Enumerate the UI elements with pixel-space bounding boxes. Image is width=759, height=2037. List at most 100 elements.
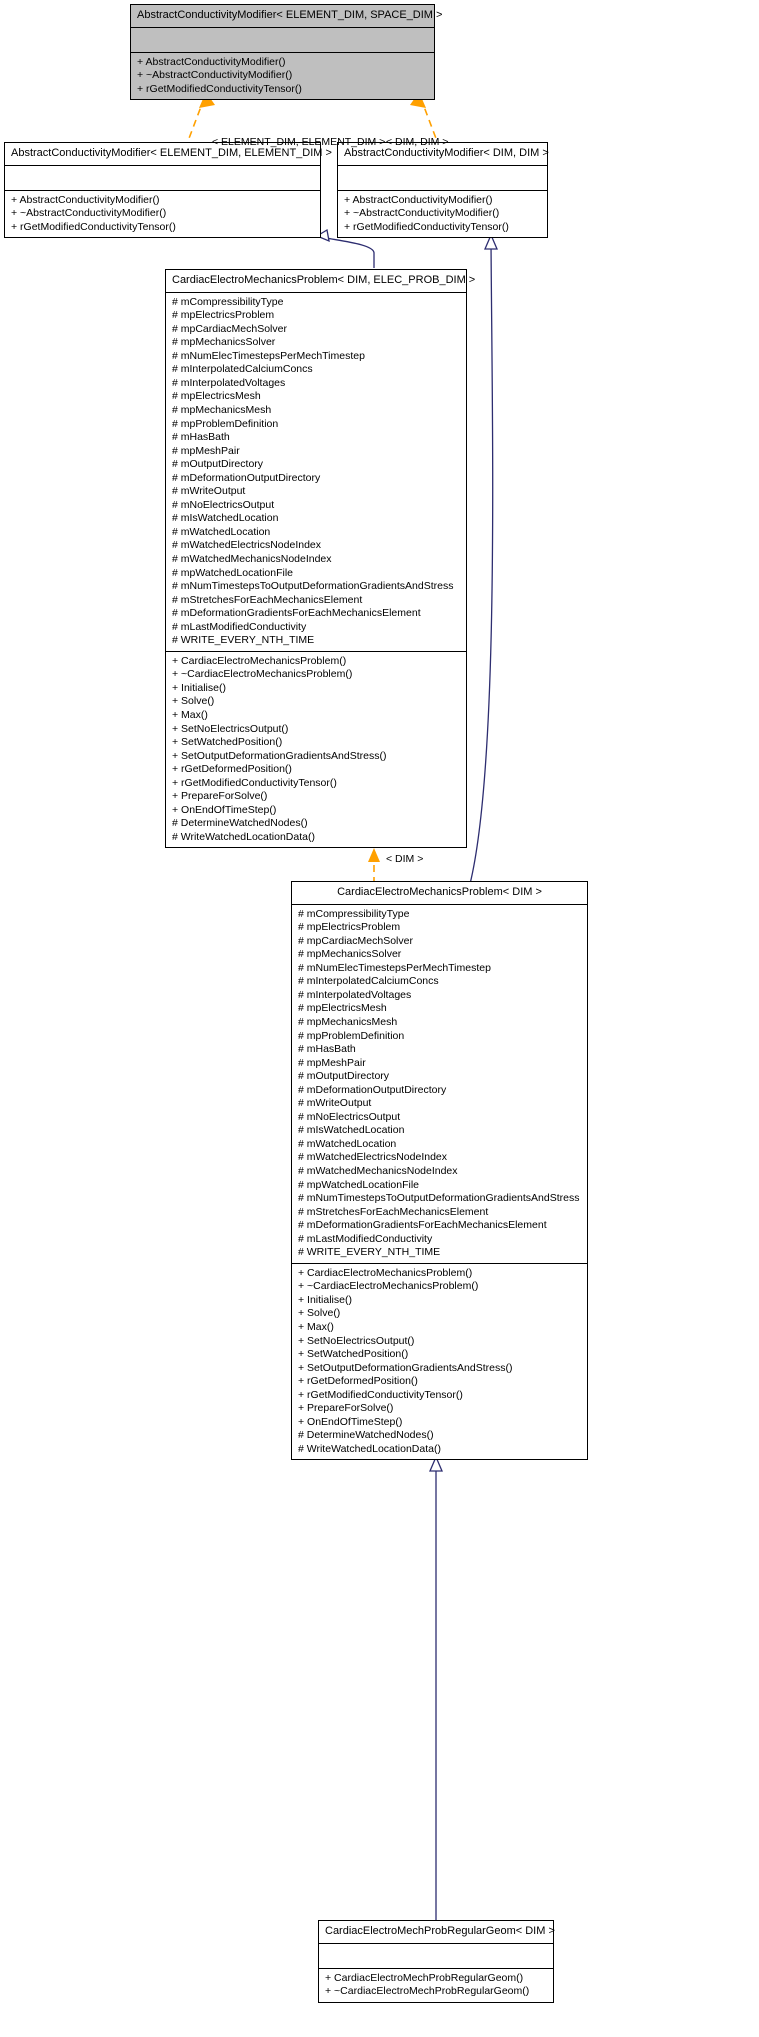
template-binding-edge-element-element xyxy=(184,92,215,150)
class-member: # mpElectricsProblem xyxy=(172,309,275,322)
class-member: # mIsWatchedLocation xyxy=(298,1124,405,1137)
class-attributes xyxy=(338,166,547,191)
class-member: # mWatchedMechanicsNodeIndex xyxy=(298,1164,458,1177)
class-member: # mpElectricsMesh xyxy=(172,390,261,403)
class-title: CardiacElectroMechanicsProblem< DIM > xyxy=(292,882,587,905)
class-member: # mDeformationOutputDirectory xyxy=(298,1083,447,1096)
class-member: + OnEndOfTimeStep() xyxy=(298,1415,403,1428)
class-operations: + AbstractConductivityModifier() + ~Abst… xyxy=(338,191,547,238)
class-member: + PrepareForSolve() xyxy=(172,790,268,803)
edge-label-dim-dim: < DIM, DIM > xyxy=(386,136,449,148)
class-member: # DetermineWatchedNodes() xyxy=(298,1429,434,1442)
class-member: # mWriteOutput xyxy=(172,485,246,498)
class-member: # WRITE_EVERY_NTH_TIME xyxy=(172,634,315,647)
class-member: # mWatchedElectricsNodeIndex xyxy=(172,539,322,552)
class-member: # mNumElecTimestepsPerMechTimestep xyxy=(298,961,491,974)
class-member: + ~AbstractConductivityModifier() xyxy=(344,207,500,220)
class-member: # mWatchedLocation xyxy=(172,525,271,538)
class-member: # mStretchesForEachMechanicsElement xyxy=(172,593,363,606)
class-member: + rGetModifiedConductivityTensor() xyxy=(298,1388,463,1401)
class-member: # mOutputDirectory xyxy=(298,1070,390,1083)
class-title: CardiacElectroMechanicsProblem< DIM, ELE… xyxy=(166,270,475,293)
class-member: # mInterpolatedVoltages xyxy=(172,376,286,389)
class-member: + ~AbstractConductivityModifier() xyxy=(11,207,167,220)
class-member: # mNoElectricsOutput xyxy=(172,498,275,511)
class-member: # mWatchedLocation xyxy=(298,1137,397,1150)
class-member: # WRITE_EVERY_NTH_TIME xyxy=(298,1246,441,1259)
class-node-cardiac-electro-mech-prob-regular-geom-dim[interactable]: CardiacElectroMechProbRegularGeom< DIM >… xyxy=(318,1920,555,2003)
class-member: + rGetModifiedConductivityTensor() xyxy=(11,220,176,233)
class-node-abstract-conductivity-modifier-element-element[interactable]: AbstractConductivityModifier< ELEMENT_DI… xyxy=(4,142,332,239)
class-member: + SetOutputDeformationGradientsAndStress… xyxy=(172,749,387,762)
class-member: # mIsWatchedLocation xyxy=(172,512,279,525)
class-attributes: # mCompressibilityType # mpElectricsProb… xyxy=(166,293,466,652)
class-member: + CardiacElectroMechProbRegularGeom() xyxy=(325,1971,524,1984)
class-member: # mStretchesForEachMechanicsElement xyxy=(298,1205,489,1218)
class-member: # mpProblemDefinition xyxy=(172,417,279,430)
class-member: # mHasBath xyxy=(298,1043,356,1056)
edge-label-dim: < DIM > xyxy=(386,853,424,865)
class-member: + SetNoElectricsOutput() xyxy=(298,1334,415,1347)
class-member: # mpMechanicsSolver xyxy=(172,336,276,349)
class-attributes xyxy=(131,28,434,53)
class-member: + AbstractConductivityModifier() xyxy=(137,55,286,68)
class-member: # mNumTimestepsToOutputDeformationGradie… xyxy=(172,580,454,593)
class-member: + rGetModifiedConductivityTensor() xyxy=(137,82,302,95)
class-member: # mInterpolatedVoltages xyxy=(298,988,412,1001)
class-member: # mpCardiacMechSolver xyxy=(298,934,413,947)
class-member: + SetWatchedPosition() xyxy=(298,1348,409,1361)
class-member: + SetWatchedPosition() xyxy=(172,736,283,749)
class-member: # mWatchedMechanicsNodeIndex xyxy=(172,552,332,565)
class-member: # mpElectricsMesh xyxy=(298,1002,387,1015)
inheritance-edge-problemdim-to-acm-dimdim xyxy=(469,233,498,885)
class-member: # mNumTimestepsToOutputDeformationGradie… xyxy=(298,1192,580,1205)
class-node-abstract-conductivity-modifier-element-space[interactable]: AbstractConductivityModifier< ELEMENT_DI… xyxy=(130,4,442,101)
class-operations: + AbstractConductivityModifier() + ~Abst… xyxy=(131,53,434,100)
class-node-cardiac-electro-mechanics-problem-dim[interactable]: CardiacElectroMechanicsProblem< DIM > # … xyxy=(291,881,588,1461)
class-operations: + CardiacElectroMechProbRegularGeom() + … xyxy=(319,1969,553,2002)
template-edge-arrow-dim xyxy=(368,848,380,862)
class-member: + rGetModifiedConductivityTensor() xyxy=(344,220,509,233)
class-operations: + CardiacElectroMechanicsProblem() + ~Ca… xyxy=(166,652,466,848)
class-member: # mpMechanicsMesh xyxy=(298,1015,398,1028)
class-attributes xyxy=(319,1944,553,1969)
class-member: + CardiacElectroMechanicsProblem() xyxy=(298,1266,473,1279)
class-member: + ~AbstractConductivityModifier() xyxy=(137,69,293,82)
class-member: + SetOutputDeformationGradientsAndStress… xyxy=(298,1361,513,1374)
class-member: # mCompressibilityType xyxy=(172,295,284,308)
class-member: # mCompressibilityType xyxy=(298,907,410,920)
class-operations: + CardiacElectroMechanicsProblem() + ~Ca… xyxy=(292,1264,587,1460)
class-member: + ~CardiacElectroMechanicsProblem() xyxy=(172,668,353,681)
class-member: # mpCardiacMechSolver xyxy=(172,322,287,335)
class-title: AbstractConductivityModifier< ELEMENT_DI… xyxy=(131,5,442,28)
class-member: # mLastModifiedConductivity xyxy=(172,620,307,633)
class-member: + Initialise() xyxy=(298,1293,352,1306)
class-member: + rGetModifiedConductivityTensor() xyxy=(172,776,337,789)
class-member: + ~CardiacElectroMechProbRegularGeom() xyxy=(325,1985,530,1998)
class-member: + Max() xyxy=(298,1321,334,1333)
class-member: # mNoElectricsOutput xyxy=(298,1110,401,1123)
class-attributes: # mCompressibilityType # mpElectricsProb… xyxy=(292,905,587,1264)
class-member: # mWriteOutput xyxy=(298,1097,372,1110)
class-member: # mInterpolatedCalciumConcs xyxy=(298,975,439,988)
class-member: # mInterpolatedCalciumConcs xyxy=(172,363,313,376)
class-member: + SetNoElectricsOutput() xyxy=(172,722,289,735)
template-binding-edge-dim xyxy=(368,848,380,884)
class-attributes xyxy=(5,166,320,191)
edge-label-element-element: < ELEMENT_DIM, ELEMENT_DIM > xyxy=(212,136,386,148)
class-node-cardiac-electro-mechanics-problem-dim-elec-prob-dim[interactable]: CardiacElectroMechanicsProblem< DIM, ELE… xyxy=(165,269,475,849)
class-member: + Solve() xyxy=(298,1307,341,1320)
class-member: # mpElectricsProblem xyxy=(298,921,401,934)
class-member: # mHasBath xyxy=(172,431,230,444)
class-member: # mDeformationGradientsForEachMechanicsE… xyxy=(172,607,421,620)
class-member: + OnEndOfTimeStep() xyxy=(172,803,277,816)
class-member: # DetermineWatchedNodes() xyxy=(172,817,308,830)
class-member: # mLastModifiedConductivity xyxy=(298,1232,433,1245)
inheritance-line-2 xyxy=(469,239,494,885)
class-node-abstract-conductivity-modifier-dim-dim[interactable]: AbstractConductivityModifier< DIM, DIM >… xyxy=(337,142,549,239)
class-member: # mNumElecTimestepsPerMechTimestep xyxy=(172,349,365,362)
class-member: # mpWatchedLocationFile xyxy=(298,1178,420,1191)
class-member: # mpMeshPair xyxy=(172,444,240,457)
class-diagram-canvas: AbstractConductivityModifier< ELEMENT_DI… xyxy=(0,0,759,2037)
class-member: + PrepareForSolve() xyxy=(298,1402,394,1415)
